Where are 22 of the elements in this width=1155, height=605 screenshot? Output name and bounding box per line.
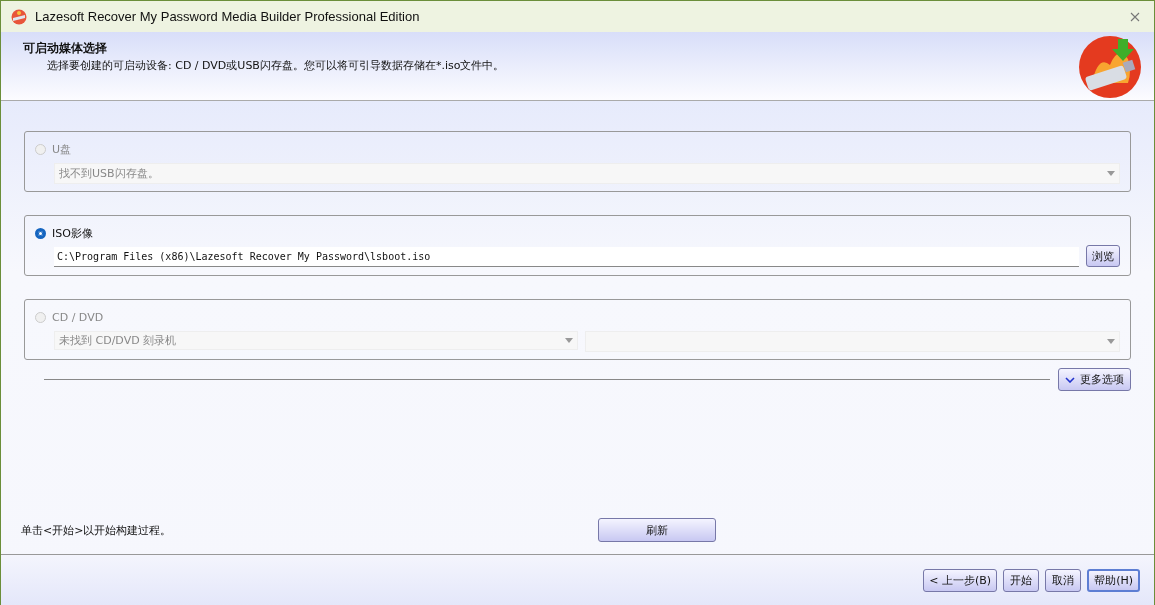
dropdown-arrow-icon bbox=[565, 338, 573, 343]
footer-button[interactable]: < 上一步(B) bbox=[923, 568, 998, 592]
page-description: 选择要创建的可启动设备: CD / DVD或USB闪存盘。您可以将可引导数据存储在*.iso文件中。 bbox=[46, 58, 506, 73]
footer-button[interactable]: 开始 bbox=[1003, 568, 1040, 592]
radio-label[interactable]: ISO影像 bbox=[52, 225, 93, 241]
radio-button[interactable] bbox=[35, 227, 46, 239]
close-icon[interactable] bbox=[1130, 11, 1140, 22]
dropdown-arrow-icon bbox=[1107, 171, 1115, 176]
dropdown-arrow-icon bbox=[1107, 339, 1115, 344]
footer-button[interactable]: 帮助(H) bbox=[1087, 568, 1140, 592]
usb-drive-fire-icon bbox=[1078, 35, 1142, 99]
browse-button[interactable]: 浏览 bbox=[1086, 245, 1120, 267]
page-title: 可启动媒体选择 bbox=[23, 40, 108, 57]
refresh-button[interactable]: 刷新 bbox=[598, 518, 716, 542]
chevron-down-icon bbox=[1065, 376, 1075, 383]
window-title: Lazesoft Recover My Password Media Builder Professional Edition bbox=[35, 9, 420, 24]
dropdown[interactable] bbox=[585, 331, 1120, 352]
hint-text: 单击<开始>以开始构建过程。 bbox=[21, 522, 173, 538]
path-input-field[interactable]: C:\Program Files (x86)\Lazesoft Recover My Password\lsboot.iso bbox=[54, 247, 1079, 267]
app-logo-icon bbox=[11, 8, 27, 25]
footer-button[interactable]: 取消 bbox=[1045, 568, 1082, 592]
more-options-button[interactable]: 更多选项 bbox=[1058, 368, 1131, 391]
